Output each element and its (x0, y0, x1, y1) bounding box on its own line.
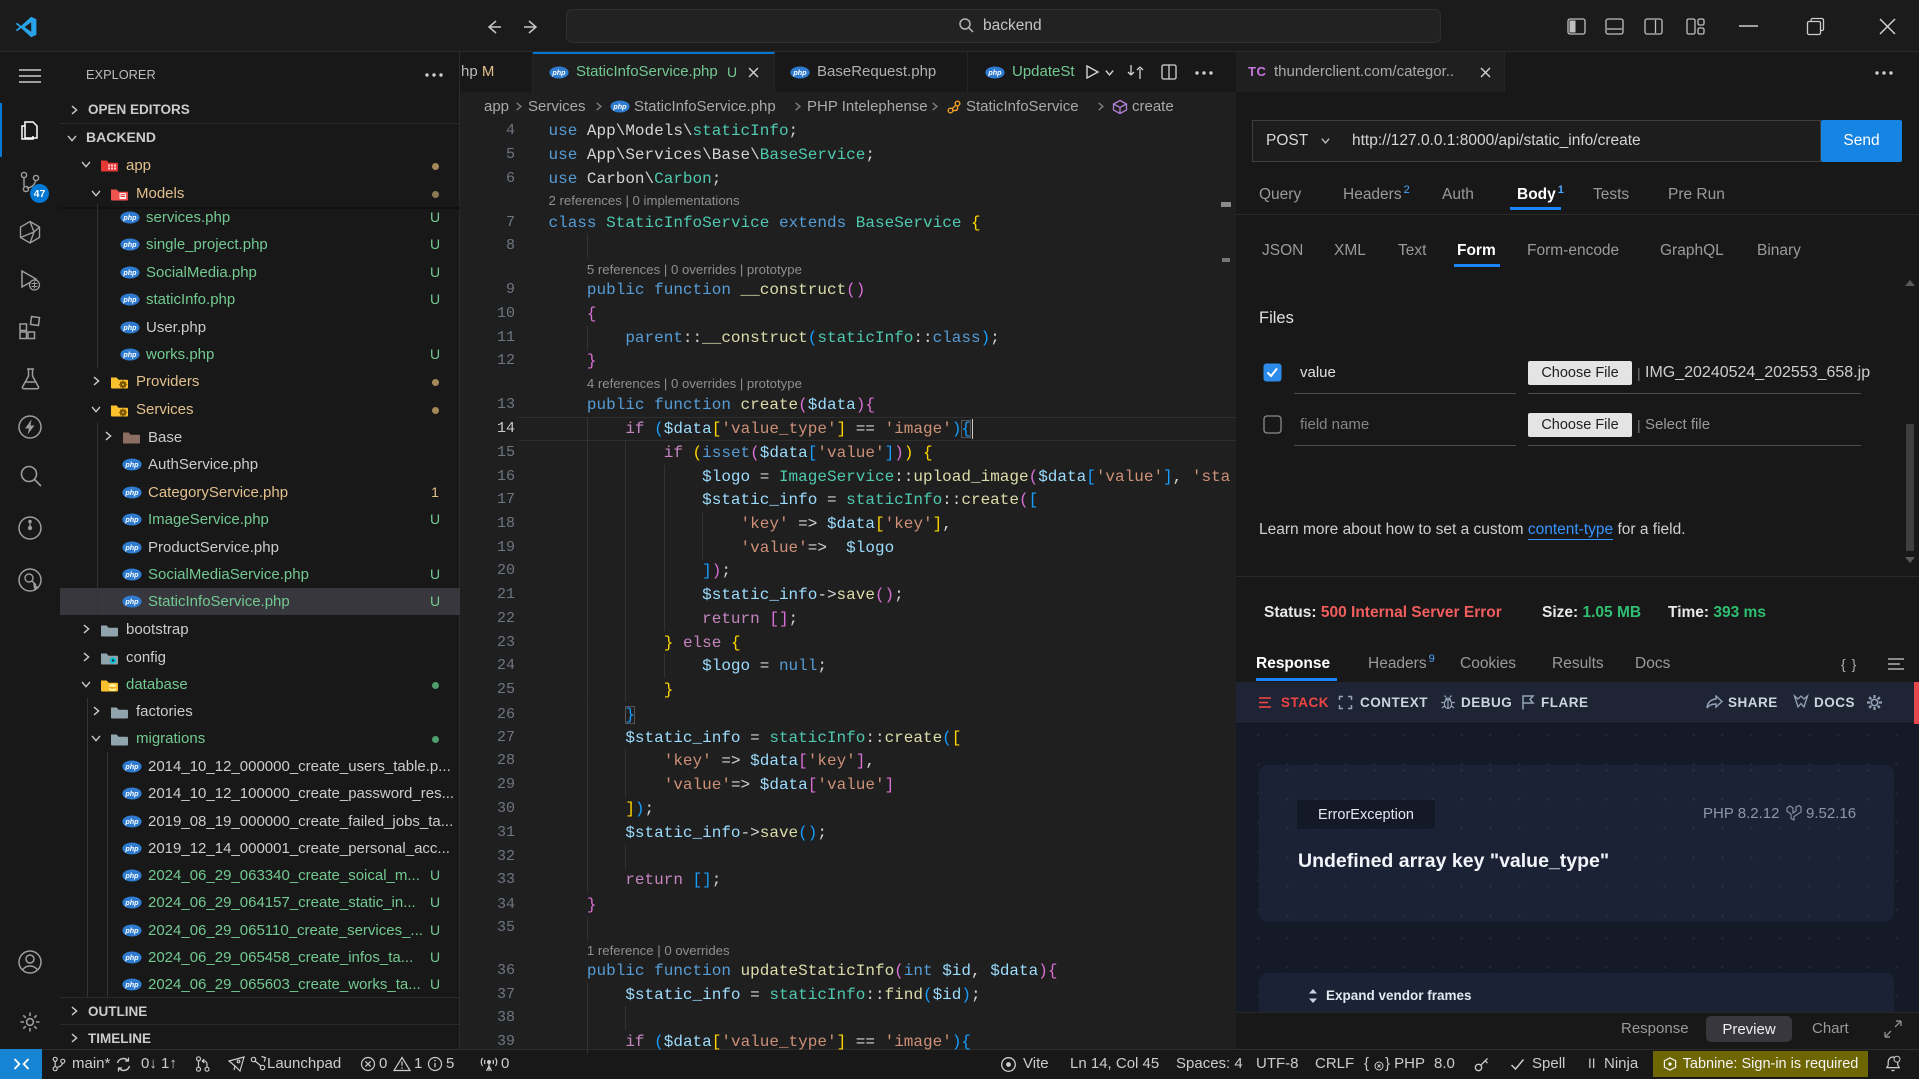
svg-text:php: php (122, 240, 137, 249)
svg-text:php: php (124, 980, 139, 989)
svg-text:php: php (124, 789, 139, 798)
svg-text:php: php (551, 68, 566, 77)
svg-text:php: php (124, 871, 139, 880)
svg-text:php: php (122, 323, 137, 332)
svg-text:php: php (124, 515, 139, 524)
svg-text:php: php (612, 102, 627, 111)
svg-text:php: php (124, 953, 139, 962)
svg-text:php: php (124, 543, 139, 552)
svg-text:php: php (124, 488, 139, 497)
svg-text:php: php (124, 926, 139, 935)
svg-text:php: php (792, 68, 807, 77)
svg-text:php: php (124, 762, 139, 771)
svg-text:php: php (122, 295, 137, 304)
svg-text:php: php (124, 844, 139, 853)
svg-text:php: php (122, 268, 137, 277)
svg-text:php: php (124, 898, 139, 907)
svg-text:php: php (124, 460, 139, 469)
svg-text:php: php (987, 68, 1002, 77)
svg-text:php: php (122, 213, 137, 222)
svg-text:php: php (124, 597, 139, 606)
svg-text:php: php (122, 350, 137, 359)
svg-text:php: php (124, 817, 139, 826)
svg-text:php: php (124, 570, 139, 579)
